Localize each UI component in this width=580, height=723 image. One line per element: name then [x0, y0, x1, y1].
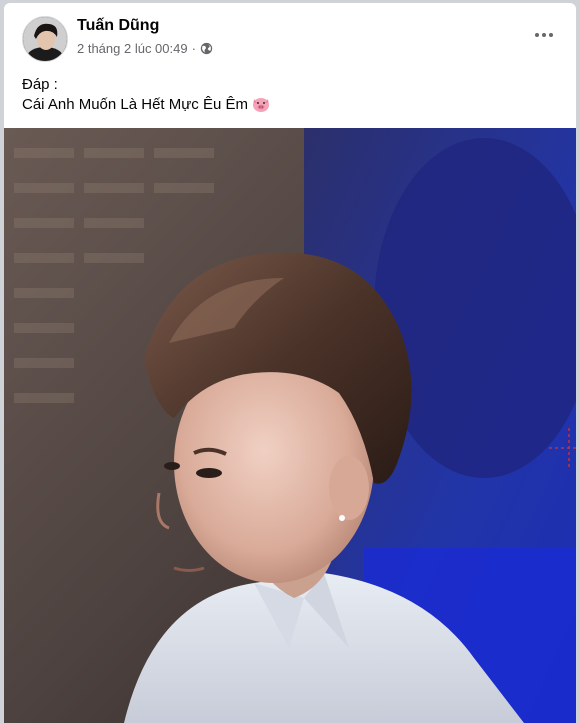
avatar[interactable] [22, 16, 68, 62]
post-text-line-1: Đáp : [22, 76, 58, 93]
post-photo[interactable] [4, 128, 576, 723]
post-text: Đáp : Cái Anh Muốn Là Hết Mực Êu Êm [22, 75, 270, 115]
more-dot [549, 33, 553, 37]
pig-face-icon [252, 98, 269, 112]
post-photo-image [4, 128, 576, 723]
post-card: Tuấn Dũng 2 tháng 2 lúc 00:49 · Đáp : Cá… [4, 3, 576, 723]
more-dot [535, 33, 539, 37]
post-text-line-2-content: Cái Anh Muốn Là Hết Mực Êu Êm [22, 96, 248, 113]
meta-separator: · [191, 41, 196, 56]
avatar-image [23, 17, 67, 61]
post-meta: 2 tháng 2 lúc 00:49 · [77, 41, 213, 56]
globe-icon[interactable] [200, 42, 213, 55]
more-options-icon[interactable] [528, 23, 560, 47]
post-timestamp[interactable]: 2 tháng 2 lúc 00:49 [77, 41, 188, 56]
post-text-line-2: Cái Anh Muốn Là Hết Mực Êu Êm [22, 95, 270, 115]
post-header: Tuấn Dũng 2 tháng 2 lúc 00:49 · [4, 3, 576, 67]
author-name[interactable]: Tuấn Dũng [77, 17, 159, 35]
more-dot [542, 33, 546, 37]
